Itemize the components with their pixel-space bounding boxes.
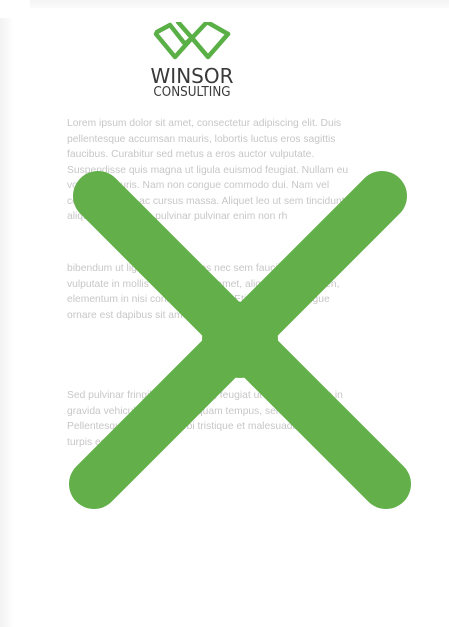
body-paragraph-3: Sed pulvinar fringilla mollis dolor, feu… bbox=[67, 390, 343, 448]
company-name: WINSOR bbox=[150, 64, 234, 88]
page-shadow-left bbox=[0, 18, 14, 627]
body-paragraph-2: bibendum ut ligula diam ultrices nec sem… bbox=[67, 263, 340, 321]
body-paragraph-1: Lorem ipsum dolor sit amet, consectetur … bbox=[67, 118, 359, 222]
company-logo: WINSOR CONSULTING bbox=[150, 22, 234, 104]
double-chevron-logo-icon bbox=[153, 22, 231, 60]
company-subtitle: CONSULTING bbox=[153, 85, 231, 100]
